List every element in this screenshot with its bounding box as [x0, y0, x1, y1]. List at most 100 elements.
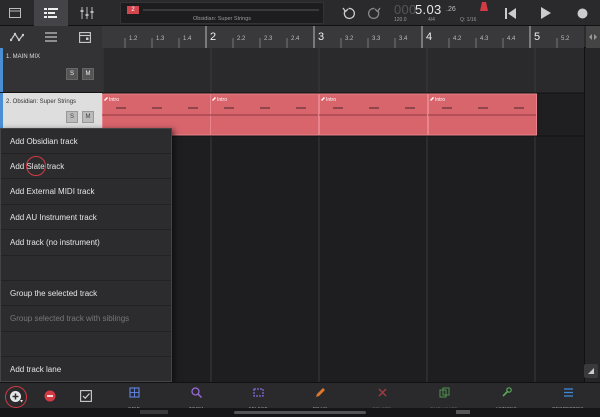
undo-icon	[341, 7, 355, 19]
tracks-icon	[44, 8, 58, 18]
menu-item[interactable]: Group the selected track	[1, 281, 171, 307]
tool-properties[interactable]: PROPERTIES	[538, 385, 598, 411]
track-options-button[interactable]	[80, 389, 92, 402]
tracks-view-button[interactable]	[34, 0, 68, 26]
record-button[interactable]	[572, 0, 592, 26]
ruler-label: 1.4	[183, 36, 192, 42]
menu-item[interactable]: Add Obsidian track	[1, 129, 171, 154]
zoom-corner-button[interactable]	[584, 364, 598, 378]
metronome-icon[interactable]	[480, 2, 488, 11]
menu-item[interactable]: Add AU Instrument track	[1, 205, 171, 231]
ruler-label: 3.3	[372, 36, 381, 42]
ruler-label: 4.4	[507, 36, 516, 42]
ruler-label: 3	[318, 31, 324, 43]
clip-label: Intro	[435, 97, 445, 103]
undo-button[interactable]	[338, 0, 358, 26]
solo-button[interactable]: S	[66, 68, 78, 80]
duplicate-icon	[438, 385, 450, 403]
ruler-ticks: 1.2 1.3 1.4 2 2.2 2.3 2.4 3 3.2 3.3 3.4 4 4.2 4.3 4.4 5…	[124, 26, 570, 48]
top-toolbar: 2 Obsidian: Super Strings 000 5.03 .26 1…	[0, 0, 600, 26]
ruler-label: 1.3	[156, 36, 165, 42]
automation-button[interactable]	[10, 30, 24, 44]
draw-icon	[315, 385, 326, 403]
time-signature: 4/4	[428, 17, 435, 23]
time-position: 5.03	[415, 2, 442, 17]
tool-actions[interactable]: ACTIONS	[476, 385, 536, 411]
add-track-button[interactable]	[5, 386, 27, 408]
solo-button[interactable]: S	[66, 111, 78, 123]
expand-icon	[588, 368, 594, 374]
clip-label: Intro	[109, 97, 119, 103]
cpu-meter	[456, 410, 470, 414]
tool-grid[interactable]: GRID	[104, 385, 164, 411]
tool-delete[interactable]: DELETE	[352, 385, 412, 411]
quantize-value: Q: 1/16	[460, 17, 477, 23]
rewind-button[interactable]	[500, 0, 520, 26]
menu-item[interactable]: Add External MIDI track	[1, 180, 171, 205]
ruler-scroll-handle[interactable]	[586, 26, 600, 48]
song-overview-bar	[143, 9, 319, 11]
track-header-main-mix[interactable]: 1. MAIN MIX S M	[0, 48, 102, 93]
track-name: 1. MAIN MIX	[6, 54, 41, 60]
mute-button[interactable]: M	[82, 68, 94, 80]
redo-icon	[367, 7, 381, 19]
calendar-button[interactable]	[78, 30, 92, 44]
track-color-strip	[0, 48, 3, 92]
properties-icon	[563, 385, 574, 403]
remove-icon	[44, 390, 56, 402]
menu-item	[1, 256, 171, 281]
track-header-tools	[0, 26, 102, 48]
clip-label: Intro	[217, 97, 227, 103]
arrangement-grid: Intro Intro Intro Intro	[102, 48, 584, 382]
right-rail	[584, 48, 600, 382]
menu-item[interactable]: Add track lane	[1, 358, 171, 383]
calendar-icon	[79, 31, 91, 43]
mute-button[interactable]: M	[82, 111, 94, 123]
mixer-icon	[80, 7, 94, 19]
play-button[interactable]	[536, 0, 556, 26]
menu-item	[1, 332, 171, 358]
home-indicator	[234, 411, 366, 414]
main-mix-lane	[102, 48, 584, 93]
track-list-button[interactable]	[44, 30, 58, 44]
time-ticks: .26	[446, 6, 456, 13]
redo-button[interactable]	[364, 0, 384, 26]
inspector-button[interactable]	[0, 0, 30, 26]
tool-select[interactable]: SELECT	[228, 385, 288, 411]
song-overview[interactable]: 2 Obsidian: Super Strings	[120, 2, 324, 24]
clip-intro[interactable]: Intro	[210, 93, 319, 136]
ruler-label: 3.4	[399, 36, 408, 42]
scroll-arrows-icon	[589, 34, 597, 40]
tool-draw[interactable]: DRAW	[290, 385, 350, 411]
tempo-value: 120.0	[394, 17, 407, 23]
track-list-icon	[45, 32, 57, 42]
timeline-ruler[interactable]: 1.2 1.3 1.4 2 2.2 2.3 2.4 3 3.2 3.3 3.4 4 4.2 4.3 4.4 5…	[102, 26, 584, 48]
touch-indicator	[26, 156, 46, 176]
track-name: 2. Obsidian: Super Strings	[6, 99, 77, 105]
arrangement-area[interactable]: Intro Intro Intro Intro	[102, 48, 584, 382]
ruler-label: 5.2	[561, 36, 570, 42]
ruler-row: 1.2 1.3 1.4 2 2.2 2.3 2.4 3 3.2 3.3 3.4 4 4.2 4.3 4.4 5…	[0, 26, 600, 48]
ruler-label: 2.3	[264, 36, 273, 42]
position-marker[interactable]: 2	[127, 6, 139, 14]
record-icon	[577, 8, 587, 18]
tool-zoom[interactable]: ZOOM	[166, 385, 226, 411]
tool-duplicate[interactable]: DUPLICATE	[414, 385, 474, 411]
clip-intro[interactable]: Intro	[428, 93, 537, 136]
ruler-label: 2.4	[291, 36, 300, 42]
mixer-view-button[interactable]	[72, 0, 102, 26]
add-icon	[10, 391, 23, 403]
play-icon	[541, 7, 551, 19]
menu-item[interactable]: Add track (no instrument)	[1, 231, 171, 256]
transport-display[interactable]: 000 5.03 .26 120.0 4/4 Q: 1/16	[390, 0, 490, 26]
grid-icon	[128, 385, 140, 403]
remove-track-button[interactable]	[44, 389, 56, 402]
ruler-label: 2.2	[237, 36, 246, 42]
automation-icon	[10, 32, 24, 42]
ruler-label: 3.2	[345, 36, 354, 42]
delete-icon	[377, 385, 388, 403]
ruler-label: 4.2	[453, 36, 462, 42]
output-meter	[140, 410, 168, 414]
clip-intro[interactable]: Intro	[319, 93, 428, 136]
inspector-icon	[9, 8, 21, 18]
